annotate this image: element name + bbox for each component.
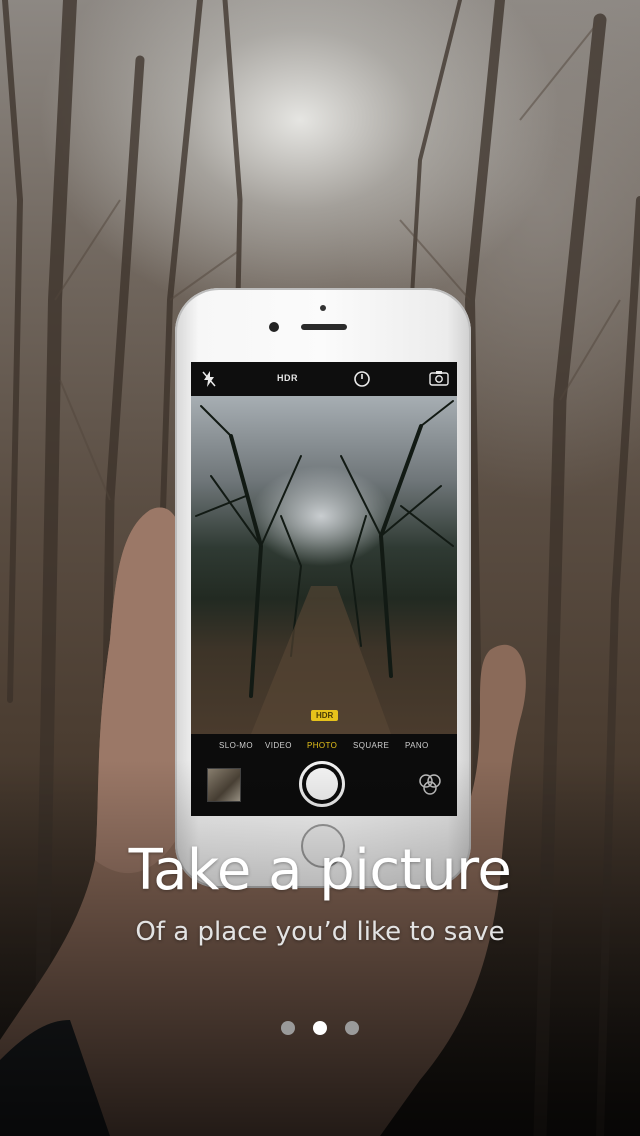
mode-slo-mo: SLO-MO: [219, 741, 253, 750]
mode-video: VIDEO: [265, 741, 292, 750]
hdr-toggle: HDR: [277, 373, 298, 383]
onboarding-title: Take a picture: [128, 838, 512, 903]
camera-app-screen: HDR HDR SLO-MO VIDEO PHOTO SQUARE PANO: [191, 362, 457, 816]
mode-photo: PHOTO: [307, 741, 338, 750]
camera-flip-icon: [429, 370, 449, 391]
mode-pano: PANO: [405, 741, 429, 750]
camera-mode-selector: SLO-MO VIDEO PHOTO SQUARE PANO: [191, 734, 457, 758]
onboarding-screen: HDR HDR SLO-MO VIDEO PHOTO SQUARE PANO T…: [0, 0, 640, 1136]
camera-viewfinder: HDR: [191, 396, 457, 734]
proximity-sensor: [320, 305, 326, 311]
page-dot-2-active[interactable]: [313, 1021, 327, 1035]
flash-off-icon: [201, 370, 217, 393]
viewfinder-scene: [195, 400, 454, 734]
page-dot-1[interactable]: [281, 1021, 295, 1035]
camera-top-bar: HDR: [191, 362, 457, 396]
page-dot-3[interactable]: [345, 1021, 359, 1035]
hdr-badge: HDR: [311, 710, 339, 721]
earpiece-speaker: [301, 324, 347, 330]
bottom-gradient: [0, 760, 640, 1136]
onboarding-subtitle: Of a place you’d like to save: [135, 917, 505, 947]
timer-icon: [353, 370, 371, 393]
page-indicator: [0, 1021, 640, 1037]
mode-square: SQUARE: [353, 741, 390, 750]
front-camera: [269, 322, 279, 332]
